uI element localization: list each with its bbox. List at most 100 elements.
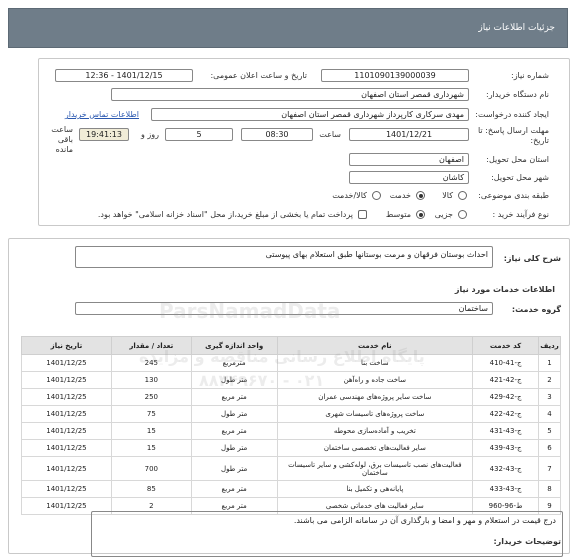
page-title: جزئیات اطلاعات نیاز — [478, 23, 555, 33]
cell-code: ج-42-429 — [472, 388, 540, 406]
category-both-radio[interactable] — [372, 191, 381, 200]
service-group-field: ساختمان — [75, 302, 493, 315]
cell-unit: متر مربع — [190, 480, 278, 498]
province-field: اصفهان — [349, 153, 469, 166]
cell-name: ساخت جاده و راه‌آهن — [276, 371, 474, 389]
table-header-row: ردیف کد خدمت نام خدمت واحد اندازه گیری ت… — [21, 336, 561, 355]
table-row: 3 ج-42-429 ساخت سایر پروژه‌های مهندسی عمرا… — [21, 388, 561, 406]
cell-name: فعالیت‌های نصب تاسیسات برق، لوله‌کشی و س… — [276, 456, 474, 481]
city-label: شهر محل تحویل: — [491, 173, 549, 182]
deadline-date-field: 1401/12/21 — [349, 128, 469, 141]
cell-row: 3 — [538, 388, 561, 406]
col-name: نام خدمت — [276, 336, 474, 355]
process-medium-radio[interactable] — [416, 210, 425, 219]
cell-qty: 700 — [110, 456, 192, 481]
process-label: نوع فرآیند خرید : — [492, 210, 549, 219]
treasury-note: پرداخت تمام یا بخشی از مبلغ خرید،از محل … — [97, 210, 353, 219]
table-row: 7 ج-43-432 فعالیت‌های نصب تاسیسات برق، لول… — [21, 456, 561, 481]
city-field: کاشان — [349, 171, 469, 184]
table-row: 5 ج-43-431 تخریب و آماده‌سازی محوطه متر مرب… — [21, 422, 561, 440]
buyer-org-field: شهرداری قمصر استان اصفهان — [111, 88, 469, 101]
cell-code: ج-43-431 — [472, 422, 540, 440]
cell-name: ساخت پروژه‌های تاسیسات شهری — [276, 405, 474, 423]
category-goods-label: کالا — [442, 191, 453, 200]
cell-name: پایانه‌هی و تکمیل بنا — [276, 480, 474, 498]
col-row: ردیف — [538, 336, 561, 355]
cell-name: ساخت بنا — [276, 354, 474, 372]
announce-label: تاریخ و ساعت اعلان عمومی: — [210, 71, 307, 80]
cell-qty: 130 — [110, 371, 192, 389]
page-header: جزئیات اطلاعات نیاز — [8, 8, 568, 48]
process-medium-label: متوسط — [385, 210, 411, 219]
cell-qty: 75 — [110, 405, 192, 423]
cell-unit: متر مربع — [190, 422, 278, 440]
need-number-field: 1101090139000039 — [321, 69, 469, 82]
cell-unit: متر طول — [190, 439, 278, 457]
cell-qty: 15 — [110, 439, 192, 457]
cell-unit: متر طول — [190, 405, 278, 423]
category-service-radio[interactable] — [416, 191, 425, 200]
treasury-checkbox[interactable] — [358, 210, 367, 219]
category-label: طبقه بندی موضوعی: — [478, 191, 549, 200]
need-number-label: شماره نیاز: — [511, 71, 549, 80]
category-both-label: کالا/خدمت — [332, 191, 367, 200]
cell-unit: متر طول — [190, 371, 278, 389]
cell-qty: 245 — [110, 354, 192, 372]
cell-qty: 15 — [110, 422, 192, 440]
cell-code: ج-43-439 — [472, 439, 540, 457]
province-label: استان محل تحویل: — [486, 155, 549, 164]
cell-row: 7 — [538, 456, 561, 481]
cell-row: 1 — [538, 354, 561, 372]
cell-qty: 85 — [110, 480, 192, 498]
deadline-label: مهلت ارسال پاسخ: تا تاریخ: — [477, 126, 549, 145]
col-unit: واحد اندازه گیری — [190, 336, 278, 355]
cell-unit: متر طول — [190, 456, 278, 481]
deadline-time-field: 08:30 — [241, 128, 313, 141]
category-goods-radio[interactable] — [458, 191, 467, 200]
days-field: 5 — [165, 128, 233, 141]
col-date: تاریخ نیاز — [21, 336, 112, 355]
table-row: 1 ج-41-410 ساخت بنا مترمربع 245 1401/12/25 — [21, 354, 561, 372]
cell-unit: مترمربع — [190, 354, 278, 372]
col-qty: تعداد / مقدار — [110, 336, 192, 355]
cell-code: ج-41-410 — [472, 354, 540, 372]
cell-date: 1401/12/25 — [21, 456, 112, 481]
services-table: ردیف کد خدمت نام خدمت واحد اندازه گیری ت… — [21, 336, 561, 515]
cell-date: 1401/12/25 — [21, 354, 112, 372]
table-row: 6 ج-43-439 سایر فعالیت‌های تخصصی ساختمان مت… — [21, 439, 561, 457]
remaining-label: ساعت باقی مانده — [51, 125, 73, 154]
table-row: 2 ج-42-421 ساخت جاده و راه‌آهن متر طول 130 14… — [21, 371, 561, 389]
cell-code: ج-42-422 — [472, 405, 540, 423]
requester-label: ایجاد کننده درخواست: — [475, 110, 549, 119]
cell-row: 4 — [538, 405, 561, 423]
buyer-org-label: نام دستگاه خریدار: — [486, 90, 549, 99]
contact-buyer-link[interactable]: اطلاعات تماس خریدار — [65, 110, 139, 119]
cell-code: ج-42-421 — [472, 371, 540, 389]
remaining-time-field: 19:41:13 — [79, 128, 129, 141]
cell-unit: متر مربع — [190, 388, 278, 406]
cell-date: 1401/12/25 — [21, 422, 112, 440]
process-minor-label: جزیی — [434, 210, 453, 219]
table-row: 8 ج-43-433 پایانه‌هی و تکمیل بنا متر مربع 85… — [21, 480, 561, 498]
process-minor-radio[interactable] — [458, 210, 467, 219]
cell-date: 1401/12/25 — [21, 371, 112, 389]
cell-date: 1401/12/25 — [21, 388, 112, 406]
cell-code: ج-43-432 — [472, 456, 540, 481]
announce-field: 1401/12/15 - 12:36 — [55, 69, 193, 82]
service-group-label: گروه خدمت: — [511, 305, 561, 314]
cell-code: ج-43-433 — [472, 480, 540, 498]
cell-row: 5 — [538, 422, 561, 440]
days-label: روز و — [141, 130, 159, 139]
cell-date: 1401/12/25 — [21, 480, 112, 498]
cell-qty: 250 — [110, 388, 192, 406]
time-label: ساعت — [319, 130, 341, 139]
cell-date: 1401/12/25 — [21, 439, 112, 457]
buyer-notes-field: درج قیمت در استعلام و مهر و امضا و بارگذ… — [91, 511, 563, 557]
cell-name: سایر فعالیت‌های تخصصی ساختمان — [276, 439, 474, 457]
cell-date: 1401/12/25 — [21, 405, 112, 423]
details-panel: شرح کلی نیاز: احداث بوستان فرقهان و مرمت… — [8, 238, 570, 557]
table-row: 4 ج-42-422 ساخت پروژه‌های تاسیسات شهری متر … — [21, 405, 561, 423]
cell-name: ساخت سایر پروژه‌های مهندسی عمران — [276, 388, 474, 406]
cell-name: تخریب و آماده‌سازی محوطه — [276, 422, 474, 440]
cell-row: 8 — [538, 480, 561, 498]
